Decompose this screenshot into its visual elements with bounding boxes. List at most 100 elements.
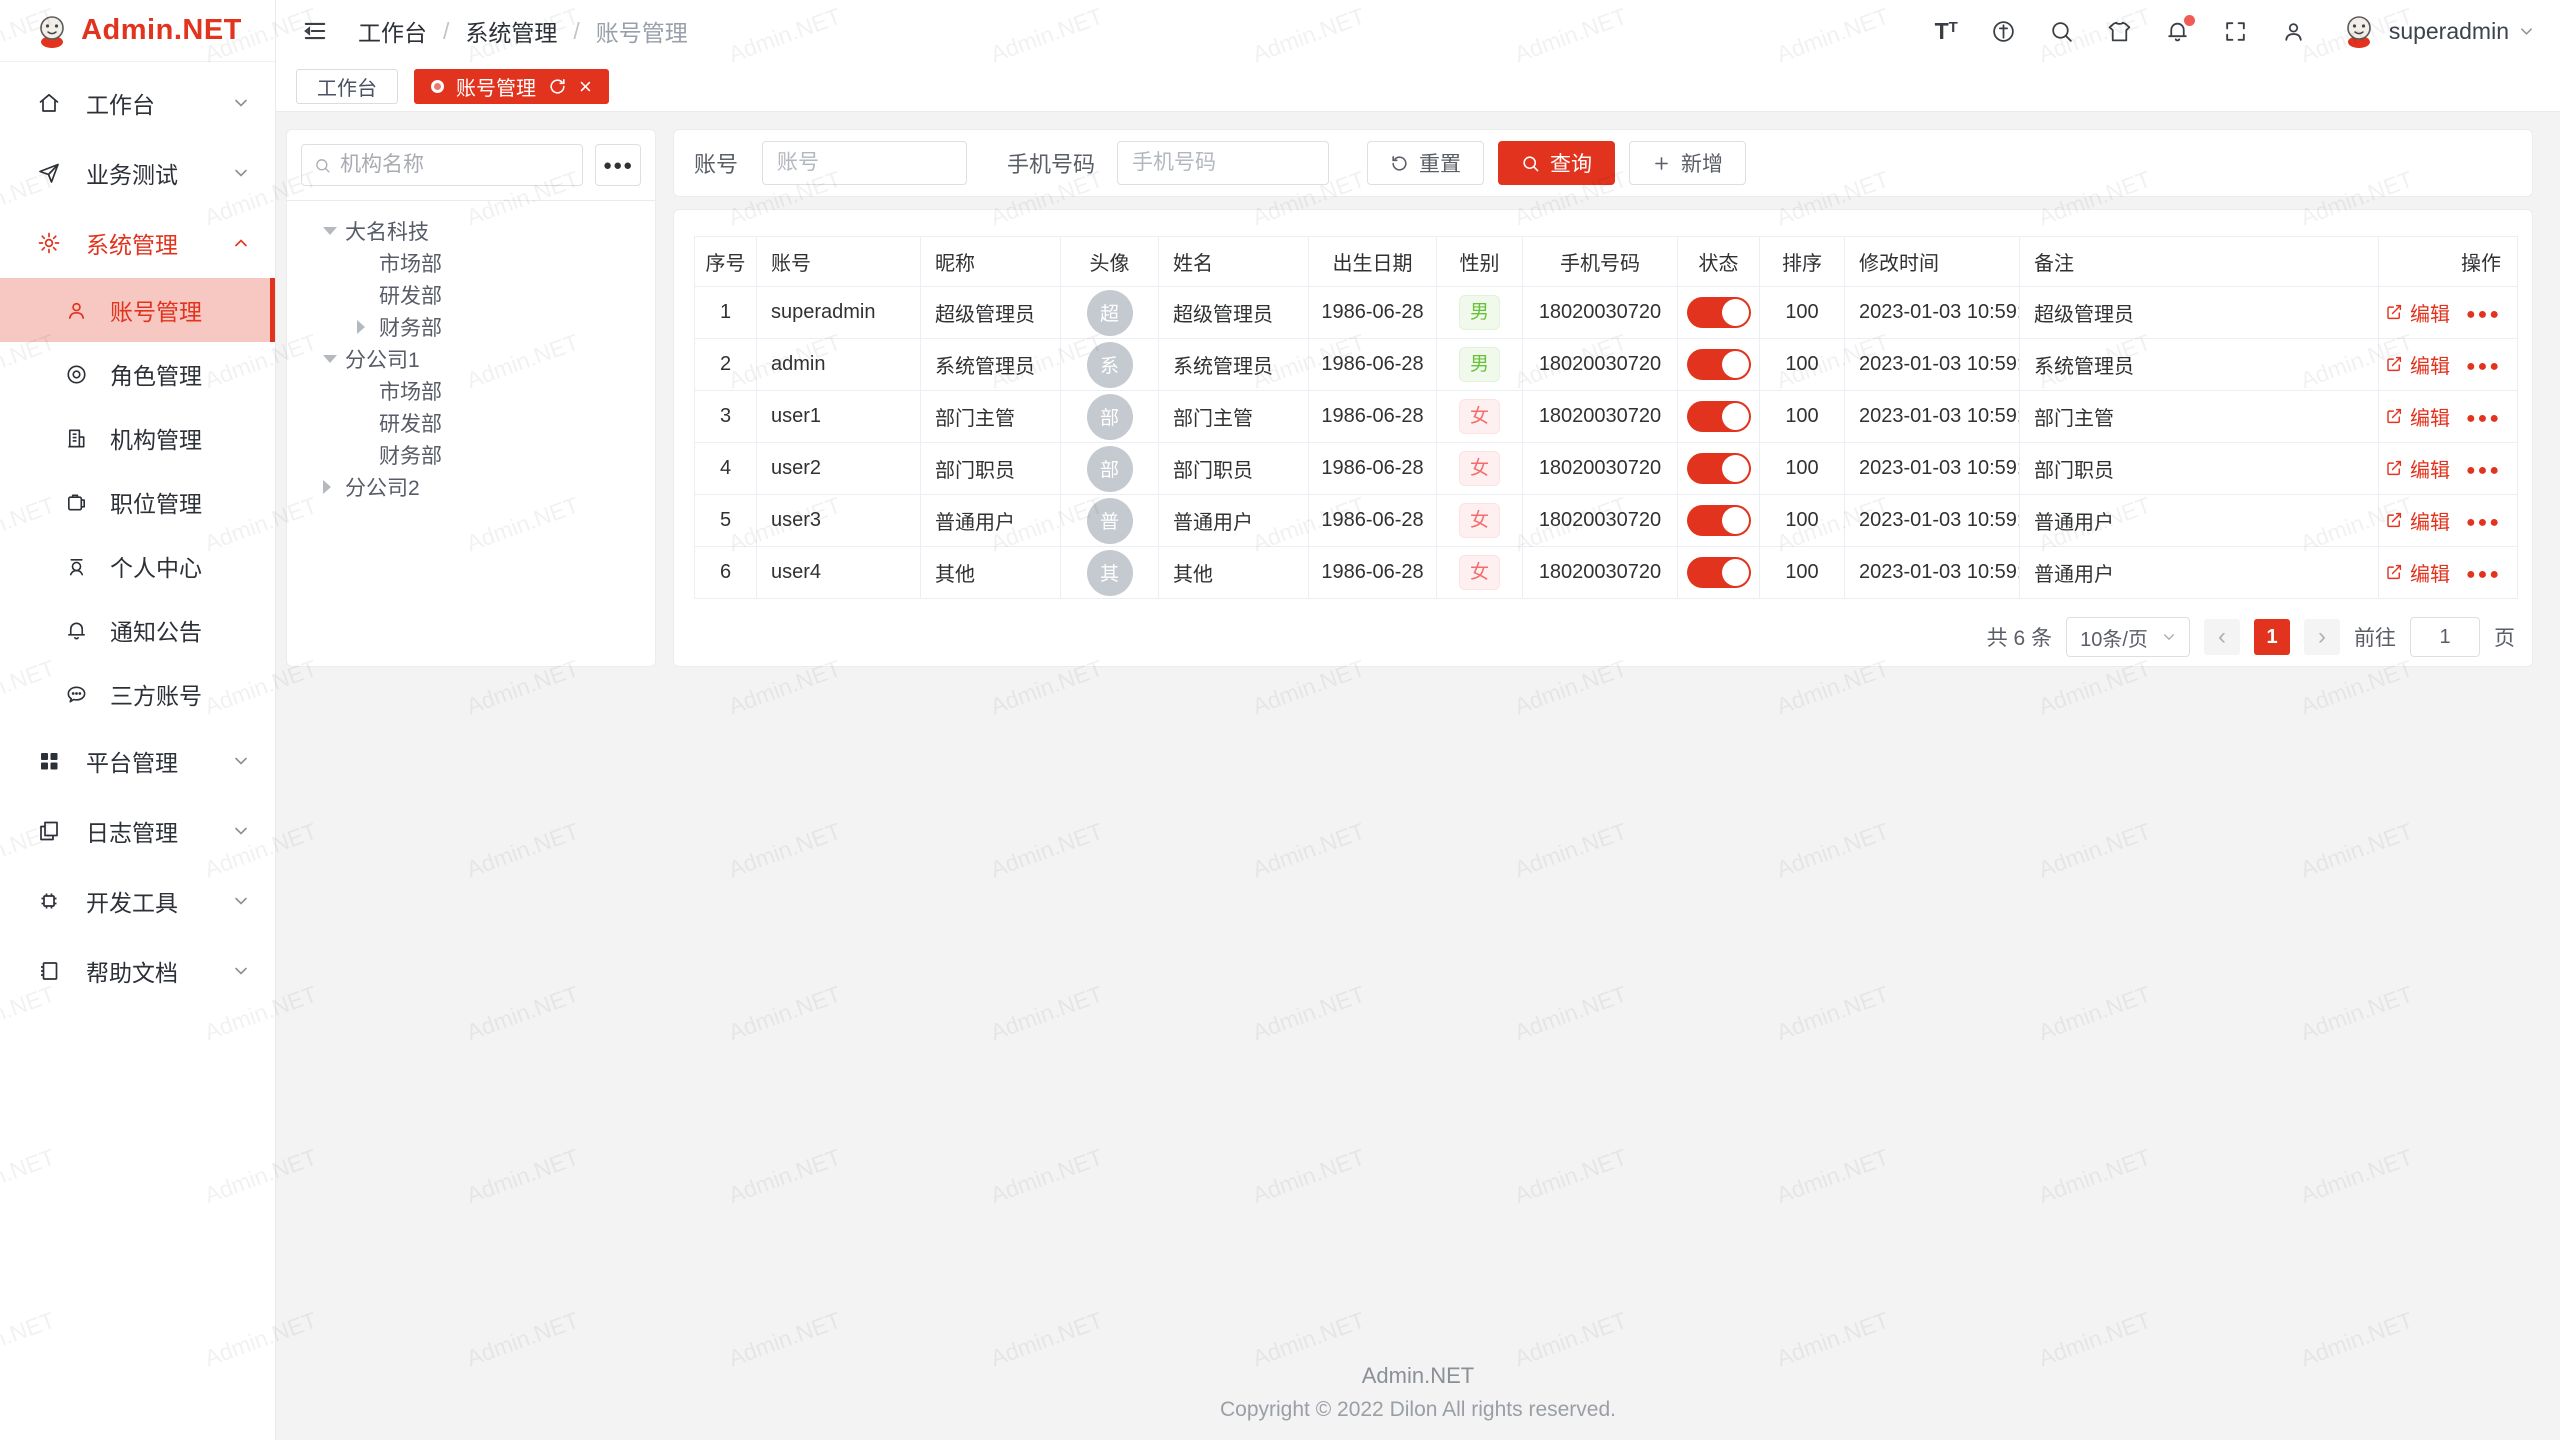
col-index: 序号 bbox=[695, 237, 757, 287]
sidebar-item-log-management[interactable]: 日志管理 bbox=[0, 796, 275, 866]
logo[interactable]: Admin.NET bbox=[0, 0, 275, 62]
breadcrumb-item[interactable]: 工作台 bbox=[358, 14, 427, 48]
phone-label: 手机号码 bbox=[1007, 147, 1095, 179]
cell-birthdate: 1986-06-28 bbox=[1309, 287, 1437, 339]
status-toggle[interactable] bbox=[1687, 557, 1751, 588]
edit-button[interactable]: 编辑 bbox=[2385, 402, 2450, 431]
edit-button[interactable]: 编辑 bbox=[2385, 454, 2450, 483]
sidebar-item-label: 开发工具 bbox=[86, 884, 178, 918]
close-icon[interactable]: × bbox=[579, 76, 592, 98]
tree-node[interactable]: 市场部 bbox=[301, 247, 641, 279]
sidebar-item-position-management[interactable]: 职位管理 bbox=[0, 470, 275, 534]
tree-node-label: 研发部 bbox=[379, 280, 442, 310]
tab-account-management[interactable]: 账号管理 × bbox=[414, 69, 609, 104]
tree-node-label: 研发部 bbox=[379, 408, 442, 438]
sidebar-item-personal-center[interactable]: 个人中心 bbox=[0, 534, 275, 598]
caret-down-icon[interactable] bbox=[323, 227, 337, 235]
edit-button[interactable]: 编辑 bbox=[2385, 506, 2450, 535]
sidebar-item-business-test[interactable]: 业务测试 bbox=[0, 138, 275, 208]
col-modified: 修改时间 bbox=[1845, 237, 2020, 287]
sidebar-item-org-management[interactable]: 机构管理 bbox=[0, 406, 275, 470]
theme-icon[interactable] bbox=[2107, 19, 2132, 44]
cell-remark: 普通用户 bbox=[2020, 547, 2379, 599]
search-icon[interactable] bbox=[2049, 19, 2074, 44]
more-actions-icon[interactable]: ●●● bbox=[2466, 566, 2501, 583]
fullscreen-icon[interactable] bbox=[2223, 19, 2248, 44]
cell-birthdate: 1986-06-28 bbox=[1309, 547, 1437, 599]
org-search-input[interactable] bbox=[340, 153, 570, 177]
page-size-select[interactable]: 10条/页 bbox=[2066, 617, 2190, 657]
table-row: 1 superadmin 超级管理员 超 超级管理员 1986-06-28 男 … bbox=[695, 287, 2518, 339]
current-page[interactable]: 1 bbox=[2254, 619, 2290, 655]
tree-node-label: 市场部 bbox=[379, 248, 442, 278]
cell-name: 超级管理员 bbox=[1159, 287, 1309, 339]
more-actions-icon[interactable]: ●●● bbox=[2466, 358, 2501, 375]
sidebar-item-notice[interactable]: 通知公告 bbox=[0, 598, 275, 662]
tree-node[interactable]: 分公司1 bbox=[301, 343, 641, 375]
cell-remark: 系统管理员 bbox=[2020, 339, 2379, 391]
more-actions-icon[interactable]: ●●● bbox=[2466, 410, 2501, 427]
search-button[interactable]: 查询 bbox=[1498, 141, 1615, 185]
tree-node-label: 财务部 bbox=[379, 440, 442, 470]
sidebar-item-role-management[interactable]: 角色管理 bbox=[0, 342, 275, 406]
phone-input[interactable] bbox=[1117, 141, 1329, 185]
goto-page-input[interactable] bbox=[2410, 617, 2480, 657]
reset-button[interactable]: 重置 bbox=[1367, 141, 1484, 185]
sidebar-menu: 工作台 业务测试 系统管理 bbox=[0, 62, 275, 1006]
next-page-button[interactable]: › bbox=[2304, 619, 2340, 655]
chevron-down-icon bbox=[233, 165, 249, 181]
cell-nickname: 部门主管 bbox=[921, 391, 1061, 443]
tree-node[interactable]: 分公司2 bbox=[301, 471, 641, 503]
more-actions-icon[interactable]: ●●● bbox=[2466, 514, 2501, 531]
account-input[interactable] bbox=[762, 141, 967, 185]
tree-more-button[interactable]: ●●● bbox=[595, 144, 641, 186]
notification-icon[interactable] bbox=[2165, 19, 2190, 44]
status-toggle[interactable] bbox=[1687, 401, 1751, 432]
more-actions-icon[interactable]: ●●● bbox=[2466, 462, 2501, 479]
prev-page-button[interactable]: ‹ bbox=[2204, 619, 2240, 655]
sidebar-item-workbench[interactable]: 工作台 bbox=[0, 68, 275, 138]
username: superadmin bbox=[2389, 18, 2509, 45]
user-menu[interactable]: superadmin bbox=[2339, 11, 2534, 51]
caret-down-icon[interactable] bbox=[323, 355, 337, 363]
edit-button[interactable]: 编辑 bbox=[2385, 350, 2450, 379]
cell-birthdate: 1986-06-28 bbox=[1309, 495, 1437, 547]
sidebar-item-system-management[interactable]: 系统管理 bbox=[0, 208, 275, 278]
status-toggle[interactable] bbox=[1687, 297, 1751, 328]
tree-node[interactable]: 研发部 bbox=[301, 407, 641, 439]
profile-icon bbox=[64, 555, 88, 578]
refresh-icon[interactable] bbox=[548, 77, 567, 96]
more-actions-icon[interactable]: ●●● bbox=[2466, 306, 2501, 323]
sidebar-item-third-party-account[interactable]: 三方账号 bbox=[0, 662, 275, 726]
breadcrumb-item[interactable]: 系统管理 bbox=[465, 14, 557, 48]
status-toggle[interactable] bbox=[1687, 349, 1751, 380]
sidebar-item-help-docs[interactable]: 帮助文档 bbox=[0, 936, 275, 1006]
sidebar-item-account-management[interactable]: 账号管理 bbox=[0, 278, 275, 342]
edit-button[interactable]: 编辑 bbox=[2385, 298, 2450, 327]
caret-right-icon[interactable] bbox=[323, 480, 331, 494]
caret-right-icon[interactable] bbox=[357, 320, 365, 334]
font-size-icon[interactable]: TT bbox=[1935, 20, 1958, 43]
language-icon[interactable] bbox=[1991, 19, 2016, 44]
status-toggle[interactable] bbox=[1687, 453, 1751, 484]
sidebar-item-platform-management[interactable]: 平台管理 bbox=[0, 726, 275, 796]
tree-node[interactable]: 财务部 bbox=[301, 311, 641, 343]
page-size-value: 10条/页 bbox=[2080, 623, 2148, 652]
status-toggle[interactable] bbox=[1687, 505, 1751, 536]
add-button[interactable]: 新增 bbox=[1629, 141, 1746, 185]
profile-icon[interactable] bbox=[2281, 19, 2306, 44]
user-icon bbox=[64, 299, 88, 322]
tree-node[interactable]: 财务部 bbox=[301, 439, 641, 471]
tree-node[interactable]: 研发部 bbox=[301, 279, 641, 311]
avatar bbox=[2339, 11, 2379, 51]
search-icon bbox=[314, 156, 331, 175]
edit-button[interactable]: 编辑 bbox=[2385, 558, 2450, 587]
col-remark: 备注 bbox=[2020, 237, 2379, 287]
tab-workbench[interactable]: 工作台 bbox=[296, 69, 398, 104]
gender-badge: 女 bbox=[1459, 399, 1500, 434]
tree-node[interactable]: 大名科技 bbox=[301, 215, 641, 247]
tree-node[interactable]: 市场部 bbox=[301, 375, 641, 407]
sidebar-item-dev-tools[interactable]: 开发工具 bbox=[0, 866, 275, 936]
collapse-menu-icon[interactable] bbox=[302, 18, 328, 44]
tree-node-label: 大名科技 bbox=[345, 216, 429, 246]
